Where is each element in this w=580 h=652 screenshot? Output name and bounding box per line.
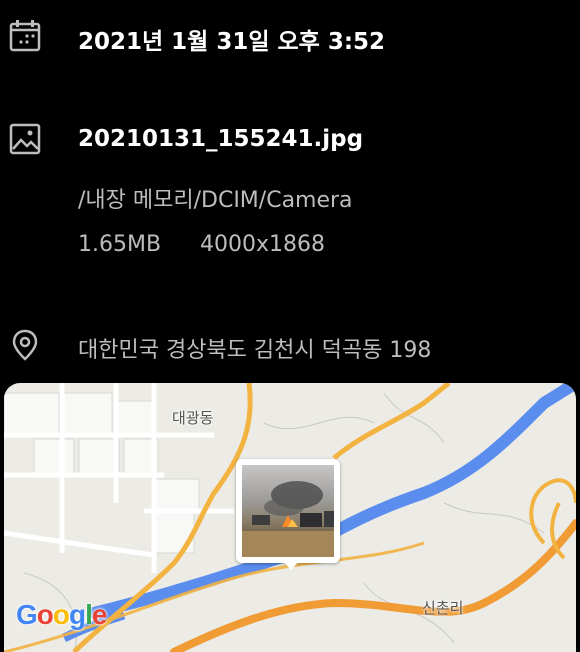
photo-thumbnail-marker[interactable] xyxy=(236,459,340,563)
location-address[interactable]: 대한민국 경상북도 김천시 덕곡동 198 xyxy=(78,332,431,364)
file-resolution: 4000x1868 xyxy=(200,232,325,257)
map-label-daegwang: 대광동 xyxy=(172,409,214,427)
map-label-sinchon: 신촌리 xyxy=(422,599,464,617)
datetime-text: 2021년 1월 31일 오후 3:52 xyxy=(78,29,386,55)
image-icon xyxy=(8,122,42,156)
file-size: 1.65MB xyxy=(78,232,162,257)
thumbnail-pointer xyxy=(283,561,299,570)
google-logo: Google xyxy=(16,599,107,630)
file-name: 20210131_155241.jpg xyxy=(78,126,364,152)
location-map[interactable]: 대광동 신촌리 Google xyxy=(4,383,576,652)
file-path: /내장 메모리/DCIM/Camera xyxy=(78,188,353,213)
calendar-icon xyxy=(8,19,42,53)
location-pin-icon xyxy=(8,328,42,362)
photo-thumbnail xyxy=(242,465,334,557)
